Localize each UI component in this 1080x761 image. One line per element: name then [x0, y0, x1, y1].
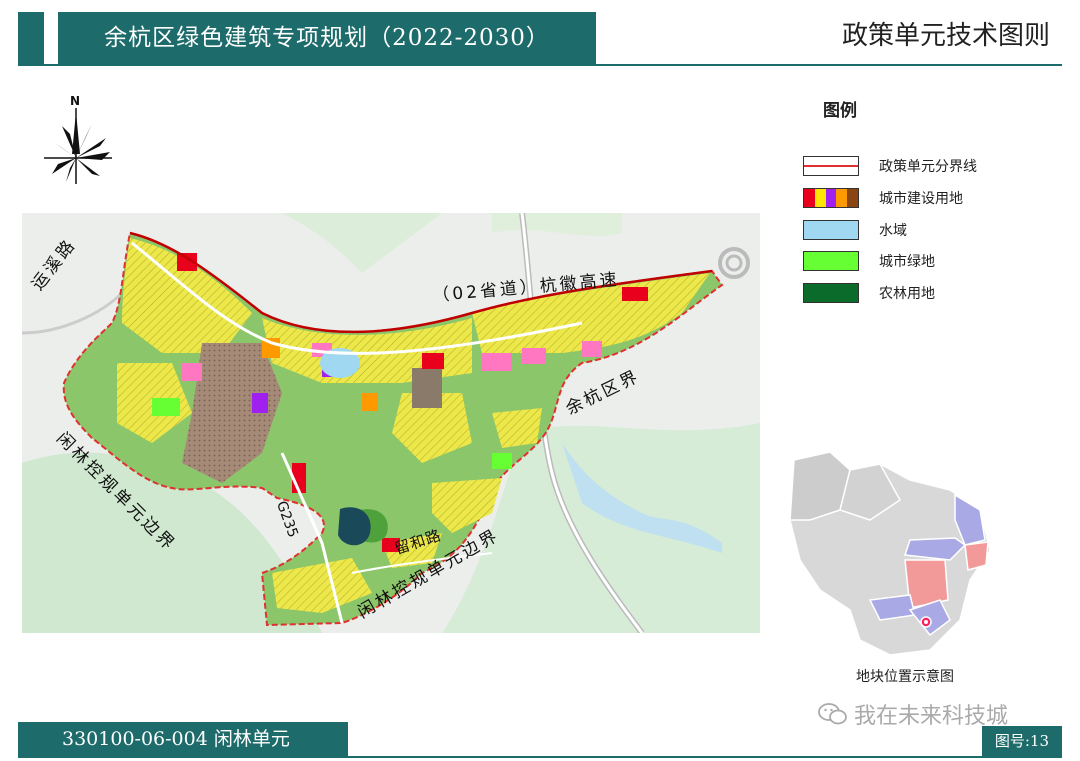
location-inset-map: [789, 450, 1000, 658]
farm-forest-swatch: [803, 283, 859, 303]
header-accent-bar: [18, 12, 44, 64]
footer-divider: [18, 756, 1062, 758]
legend-label: 政策单元分界线: [879, 159, 977, 175]
legend-item-urban-green: 城市绿地: [803, 250, 935, 272]
boundary-line-swatch: [803, 156, 859, 176]
header-divider: [18, 64, 1062, 66]
water-swatch: [803, 220, 859, 240]
legend-item-construction: 城市建设用地: [803, 187, 963, 209]
legend-label: 水域: [879, 223, 907, 239]
watermark: 我在未来科技城: [818, 698, 1008, 730]
figure-number: 图号:13: [982, 726, 1062, 756]
legend-item-farm-forest: 农林用地: [803, 282, 935, 304]
legend-label: 城市绿地: [879, 254, 935, 270]
unit-code: 330100-06-004 闲林单元: [18, 722, 348, 756]
legend-item-water: 水域: [803, 219, 907, 241]
urban-green-swatch: [803, 251, 859, 271]
legend-title: 图例: [823, 101, 857, 121]
legend-item-boundary: 政策单元分界线: [803, 155, 977, 177]
inset-caption: 地块位置示意图: [856, 669, 954, 685]
north-arrow-icon: N: [40, 94, 116, 186]
sheet-title: 政策单元技术图则: [841, 21, 1050, 51]
legend-label: 城市建设用地: [879, 191, 963, 207]
land-use-map: 运溪路 （02省道）杭徽高速 余杭区界 闲林控规单元边界 闲林控规单元边界 G2…: [22, 213, 760, 633]
wechat-icon: [818, 703, 847, 725]
legend-label: 农林用地: [879, 286, 935, 302]
construction-land-swatch: [803, 188, 859, 208]
plan-title: 余杭区绿色建筑专项规划（2022-2030）: [58, 12, 596, 64]
